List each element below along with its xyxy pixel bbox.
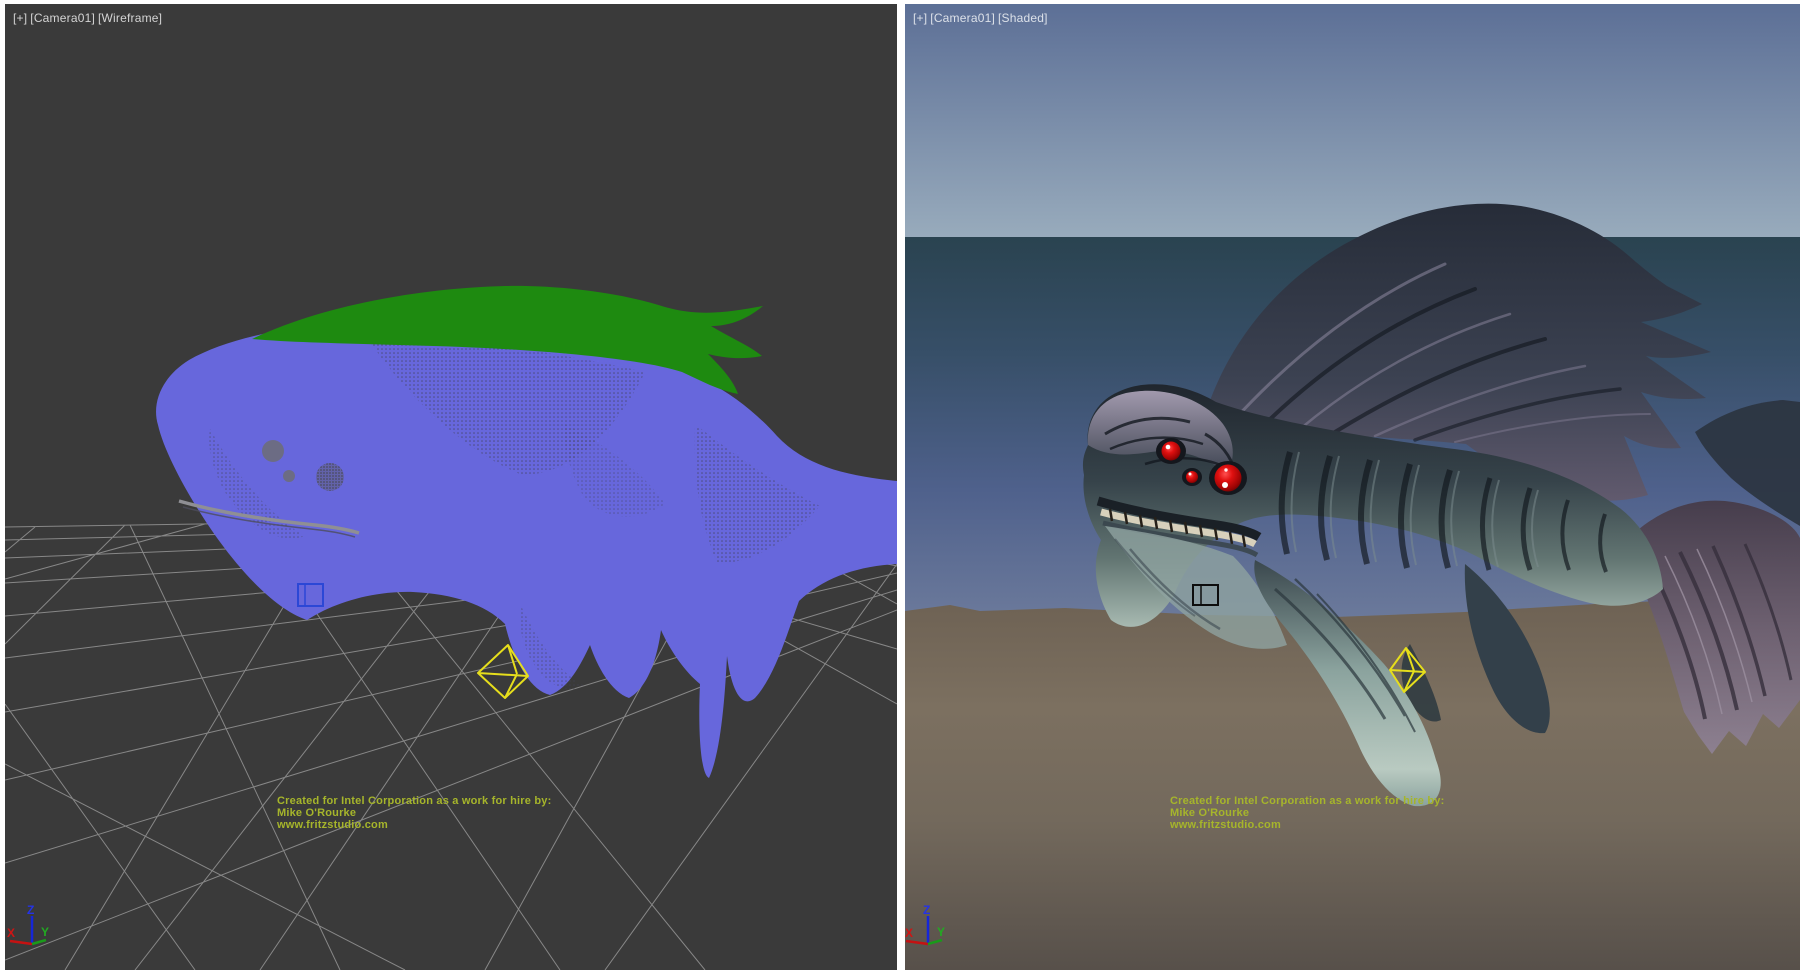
eye-highlight [1166,445,1171,450]
eye-highlight [1189,473,1192,476]
axis-z-label: Z [923,903,930,917]
dual-viewport-layout: Z X Y [+][Camera01][Wireframe] Created f… [0,0,1800,978]
watermark-line2: Mike O'Rourke [1170,807,1444,819]
red-eye-large [1215,465,1242,492]
eye-highlight [1222,482,1228,488]
red-eye-small [1162,442,1181,461]
red-eye-tiny [1186,471,1198,483]
viewport-label: [+][Camera01][Wireframe] [13,11,165,25]
fish-eye-spot-stippled-dots [316,463,344,491]
axis-x-label: X [7,926,15,940]
fish-eye-spot-small [283,470,295,482]
viewport-menu-general[interactable]: [+] [13,11,27,25]
axis-x-label: X [905,926,913,940]
watermark-line2: Mike O'Rourke [277,807,551,819]
watermark-text: Created for Intel Corporation as a work … [277,795,551,831]
axis-y-label: Y [41,925,49,939]
watermark-line3: www.fritzstudio.com [277,819,551,831]
viewport-menu-camera[interactable]: [Camera01] [930,11,995,25]
watermark-line1: Created for Intel Corporation as a work … [1170,795,1444,807]
watermark-text: Created for Intel Corporation as a work … [1170,795,1444,831]
viewport-menu-general[interactable]: [+] [913,11,927,25]
axis-z-label: Z [27,903,34,917]
viewport-shaded[interactable]: Z X Y [+][Camera01][Shaded] Created for … [905,4,1800,970]
viewport-splitter[interactable] [897,0,905,978]
viewport-menu-camera[interactable]: [Camera01] [30,11,95,25]
watermark-line1: Created for Intel Corporation as a work … [277,795,551,807]
viewport-wireframe[interactable]: Z X Y [+][Camera01][Wireframe] Created f… [5,4,897,970]
viewport-menu-shading[interactable]: [Shaded] [998,11,1048,25]
sky-background [905,4,1800,237]
fish-eye-spot [262,440,284,462]
viewport-menu-shading[interactable]: [Wireframe] [98,11,162,25]
axis-y-label: Y [937,925,945,939]
eye-highlight [1224,468,1227,471]
watermark-line3: www.fritzstudio.com [1170,819,1444,831]
viewport-label: [+][Camera01][Shaded] [913,11,1051,25]
